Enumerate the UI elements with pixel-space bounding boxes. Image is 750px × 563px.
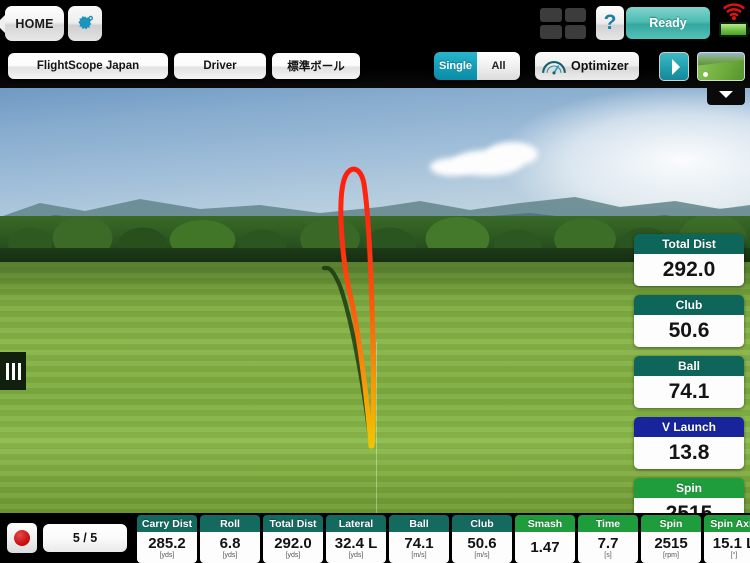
side-stat-value: 292.0	[634, 254, 744, 286]
wifi-icon	[723, 3, 745, 21]
toggle-single[interactable]: Single	[434, 52, 477, 80]
stat-label: Ball	[389, 515, 449, 532]
optimizer-button[interactable]: Optimizer	[535, 52, 639, 80]
stats-strip: Carry Dist 285.2 [yds] Roll 6.8 [yds] To…	[137, 513, 750, 563]
stat-value: 15.1 L	[712, 534, 750, 552]
stat-unit: [yds]	[285, 551, 301, 559]
grid-cell	[564, 25, 586, 39]
stat-cell[interactable]: Spin 2515 [rpm]	[641, 515, 701, 563]
grid-cell	[540, 8, 562, 22]
stat-cell[interactable]: Ball 74.1 [m/s]	[389, 515, 449, 563]
status-badge[interactable]: Ready	[626, 7, 710, 39]
shot-counter[interactable]: 5 / 5	[43, 524, 127, 552]
stat-cell[interactable]: Carry Dist 285.2 [yds]	[137, 515, 197, 563]
side-stat-panel: Total Dist 292.0 Club 50.6 Ball 74.1 V L…	[634, 234, 744, 513]
stat-unit: [m/s]	[474, 551, 490, 559]
stat-label: Smash	[515, 515, 575, 532]
stat-label: Lateral	[326, 515, 386, 532]
settings-button[interactable]	[68, 6, 102, 41]
stat-value: 292.0	[274, 534, 312, 552]
record-dot-icon	[14, 530, 30, 546]
stat-cell[interactable]: Time 7.7 [s]	[578, 515, 638, 563]
side-stat-value: 2515	[634, 498, 744, 513]
stat-value: 2515	[654, 534, 688, 552]
shot-counter-label: 5 / 5	[72, 531, 98, 545]
stat-unit: [s]	[604, 551, 612, 559]
grid-cell	[564, 8, 586, 22]
stat-cell[interactable]: Spin Axis 15.1 L [°]	[704, 515, 750, 563]
side-stat-card[interactable]: Club 50.6	[634, 295, 744, 347]
stat-value: 50.6	[467, 534, 497, 552]
play-icon	[671, 58, 680, 75]
home-button-label: HOME	[15, 16, 54, 31]
side-stat-label: Spin	[634, 478, 744, 498]
flightscope-app: Total Dist 292.0 Club 50.6 Ball 74.1 V L…	[0, 0, 750, 563]
grid-cell	[540, 25, 562, 39]
side-stat-label: Club	[634, 295, 744, 315]
status-label: Ready	[649, 16, 687, 30]
bottom-stats-bar: 5 / 5 Carry Dist 285.2 [yds] Roll 6.8 [y…	[0, 513, 750, 563]
side-stat-label: V Launch	[634, 417, 744, 437]
trajectory-ground-shadow	[321, 265, 374, 449]
record-button[interactable]	[7, 523, 37, 553]
stat-label: Spin	[641, 515, 701, 532]
thumbnail-ball	[703, 72, 708, 77]
stat-cell[interactable]: Lateral 32.4 L [yds]	[326, 515, 386, 563]
stat-value: 1.47	[530, 538, 560, 556]
side-stat-label: Total Dist	[634, 234, 744, 254]
course-thumbnail-button[interactable]	[697, 52, 745, 81]
stat-cell[interactable]: Smash 1.47	[515, 515, 575, 563]
help-button[interactable]: ?	[596, 6, 624, 40]
grid-view-button[interactable]	[540, 8, 586, 39]
stat-value: 285.2	[148, 534, 186, 552]
chevron-down-icon	[719, 90, 733, 98]
top-toolbar: HOME ? Ready FlightScope Japan Driver 標準…	[0, 0, 750, 88]
stat-label: Total Dist	[263, 515, 323, 532]
stat-unit: [yds]	[159, 551, 175, 559]
question-mark-icon: ?	[603, 11, 617, 34]
stat-label: Time	[578, 515, 638, 532]
stat-cell[interactable]: Club 50.6 [m/s]	[452, 515, 512, 563]
ball-select-label: 標準ボール	[287, 61, 345, 73]
stat-cell[interactable]: Total Dist 292.0 [yds]	[263, 515, 323, 563]
optimizer-label: Optimizer	[571, 59, 629, 73]
side-stat-value: 13.8	[634, 437, 744, 469]
club-select-label: Driver	[203, 60, 237, 72]
thumbnail-fairway	[698, 58, 744, 80]
gear-icon	[78, 15, 94, 29]
stat-unit: [°]	[730, 551, 738, 559]
gauge-icon	[542, 61, 566, 75]
battery-icon	[719, 22, 750, 37]
side-stat-card[interactable]: Spin 2515	[634, 478, 744, 513]
panel-dropdown-toggle[interactable]	[707, 83, 745, 105]
side-stat-card[interactable]: Total Dist 292.0	[634, 234, 744, 286]
stat-label: Carry Dist	[137, 515, 197, 532]
stat-label: Roll	[200, 515, 260, 532]
stat-value: 6.8	[219, 534, 241, 552]
player-select[interactable]: FlightScope Japan	[8, 53, 168, 79]
view-mode-toggle[interactable]: Single All	[434, 52, 520, 80]
stat-cell[interactable]: Roll 6.8 [yds]	[200, 515, 260, 563]
stat-label: Spin Axis	[704, 515, 750, 532]
club-select[interactable]: Driver	[174, 53, 266, 79]
play-button[interactable]	[659, 52, 689, 81]
stat-label: Club	[452, 515, 512, 532]
home-button[interactable]: HOME	[0, 6, 64, 41]
side-stat-value: 74.1	[634, 376, 744, 408]
side-stat-label: Ball	[634, 356, 744, 376]
ball-select[interactable]: 標準ボール	[272, 53, 360, 79]
driving-range-scene: Total Dist 292.0 Club 50.6 Ball 74.1 V L…	[0, 88, 750, 513]
side-stat-value: 50.6	[634, 315, 744, 347]
player-select-label: FlightScope Japan	[36, 60, 140, 72]
side-stat-card[interactable]: V Launch 13.8	[634, 417, 744, 469]
stat-value: 74.1	[404, 534, 434, 552]
stat-value: 32.4 L	[334, 534, 378, 552]
toggle-all[interactable]: All	[477, 52, 520, 80]
stat-value: 7.7	[597, 534, 619, 552]
stat-unit: [yds]	[348, 551, 364, 559]
stat-unit: [yds]	[222, 551, 238, 559]
stat-unit: [m/s]	[411, 551, 427, 559]
stat-unit: [rpm]	[663, 551, 679, 559]
side-stat-card[interactable]: Ball 74.1	[634, 356, 744, 408]
